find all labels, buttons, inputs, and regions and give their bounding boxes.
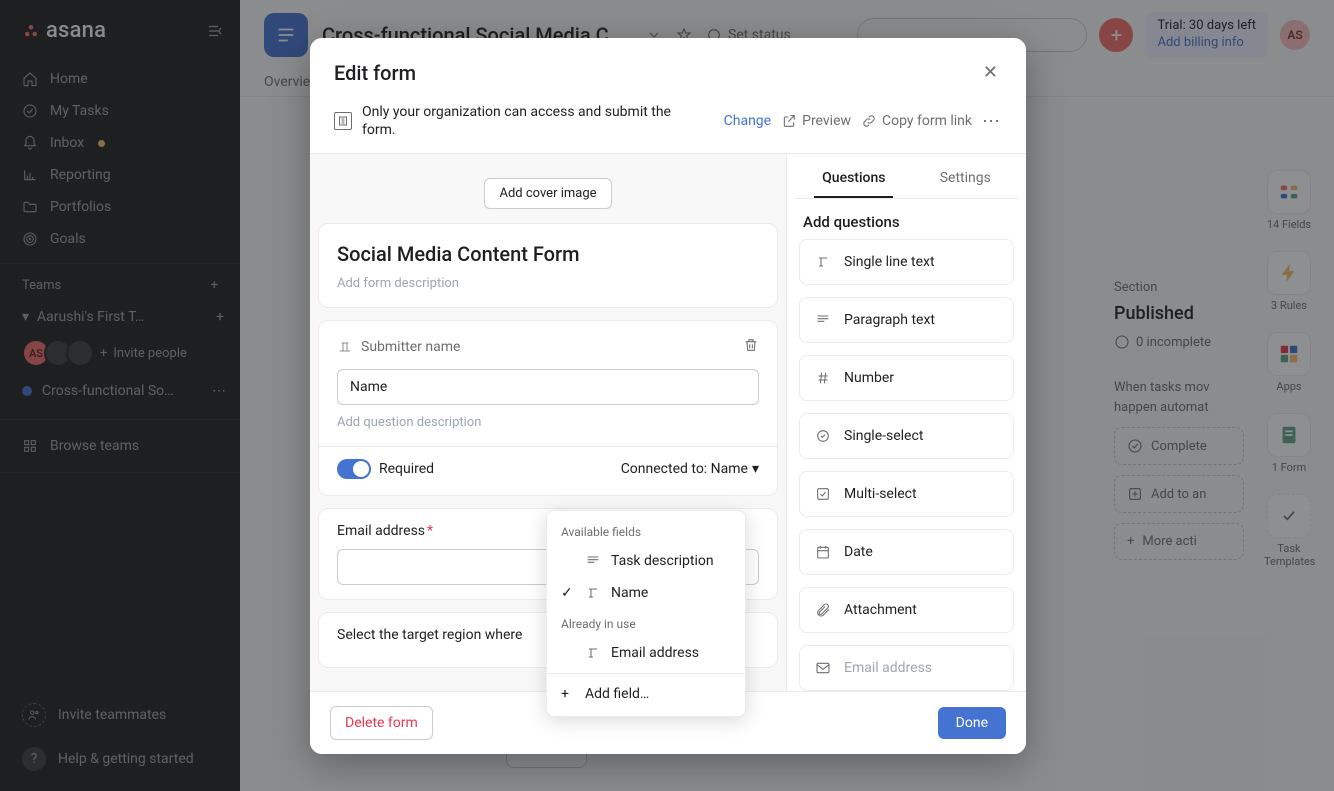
text-line-icon — [337, 339, 353, 355]
modal-subhead: Only your organization can access and su… — [310, 99, 1026, 154]
change-access-link[interactable]: Change — [724, 113, 771, 129]
question-description-placeholder[interactable]: Add question description — [337, 415, 759, 430]
form-title[interactable]: Social Media Content Form — [337, 242, 759, 266]
text-line-icon — [585, 645, 601, 661]
qtype-single-select[interactable]: Single-select — [799, 413, 1014, 459]
qtype-single-line[interactable]: Single line text — [799, 239, 1014, 285]
external-link-icon — [781, 113, 797, 129]
chevron-down-icon: ▾ — [752, 461, 759, 477]
link-icon — [861, 113, 877, 129]
qtype-multi-select[interactable]: Multi-select — [799, 471, 1014, 517]
connected-field-dropdown[interactable]: Available fields Task description ✓ Name… — [546, 510, 746, 717]
modal-title: Edit form — [334, 61, 416, 85]
required-label: Required — [379, 461, 434, 477]
tab-questions[interactable]: Questions — [814, 158, 893, 198]
text-para-icon — [815, 312, 831, 328]
form-settings-panel: Questions Settings Add questions Single … — [786, 154, 1026, 691]
text-line-icon — [815, 254, 831, 270]
mail-icon — [815, 660, 831, 676]
dd-item-task-description[interactable]: Task description — [547, 545, 745, 577]
question-label: Submitter name — [361, 339, 460, 355]
calendar-icon — [815, 544, 831, 560]
delete-form-button[interactable]: Delete form — [330, 706, 433, 740]
add-questions-title: Add questions — [787, 199, 1026, 239]
radio-icon — [815, 428, 831, 444]
trash-icon — [743, 337, 759, 353]
qtype-email: Email address — [799, 645, 1014, 691]
access-message: Only your organization can access and su… — [362, 103, 682, 139]
dd-group-inuse: Already in use — [547, 609, 745, 637]
dd-item-name[interactable]: ✓ Name — [547, 577, 745, 609]
check-icon: ✓ — [561, 585, 575, 601]
preview-button[interactable]: Preview — [781, 113, 851, 129]
tab-settings[interactable]: Settings — [932, 158, 999, 198]
dd-add-field[interactable]: + Add field… — [547, 678, 745, 710]
delete-question-button[interactable] — [743, 337, 759, 357]
required-star: * — [427, 523, 433, 539]
org-icon — [334, 112, 352, 130]
add-cover-image-button[interactable]: Add cover image — [484, 178, 611, 209]
close-modal-button[interactable]: ✕ — [979, 58, 1002, 87]
checkbox-icon — [815, 486, 831, 502]
required-toggle[interactable] — [337, 459, 371, 479]
form-header-card[interactable]: Social Media Content Form Add form descr… — [318, 223, 778, 308]
done-button[interactable]: Done — [938, 707, 1006, 739]
qtype-paragraph[interactable]: Paragraph text — [799, 297, 1014, 343]
plus-icon: + — [561, 686, 575, 702]
dd-group-available: Available fields — [547, 517, 745, 545]
dd-item-email[interactable]: Email address — [547, 637, 745, 669]
connected-to-dropdown[interactable]: Connected to: Name ▾ — [621, 461, 759, 477]
question-label: Email address — [337, 523, 425, 539]
qtype-date[interactable]: Date — [799, 529, 1014, 575]
paperclip-icon — [815, 602, 831, 618]
text-para-icon — [585, 553, 601, 569]
form-description-placeholder[interactable]: Add form description — [337, 276, 759, 291]
text-line-icon — [585, 585, 601, 601]
question-card-submitter[interactable]: Submitter name Add question description … — [318, 320, 778, 496]
question-title-input[interactable] — [337, 369, 759, 405]
copy-form-link-button[interactable]: Copy form link — [861, 113, 972, 129]
qtype-attachment[interactable]: Attachment — [799, 587, 1014, 633]
qtype-number[interactable]: Number — [799, 355, 1014, 401]
hash-icon — [815, 370, 831, 386]
more-options-icon[interactable]: ⋯ — [982, 111, 1002, 132]
